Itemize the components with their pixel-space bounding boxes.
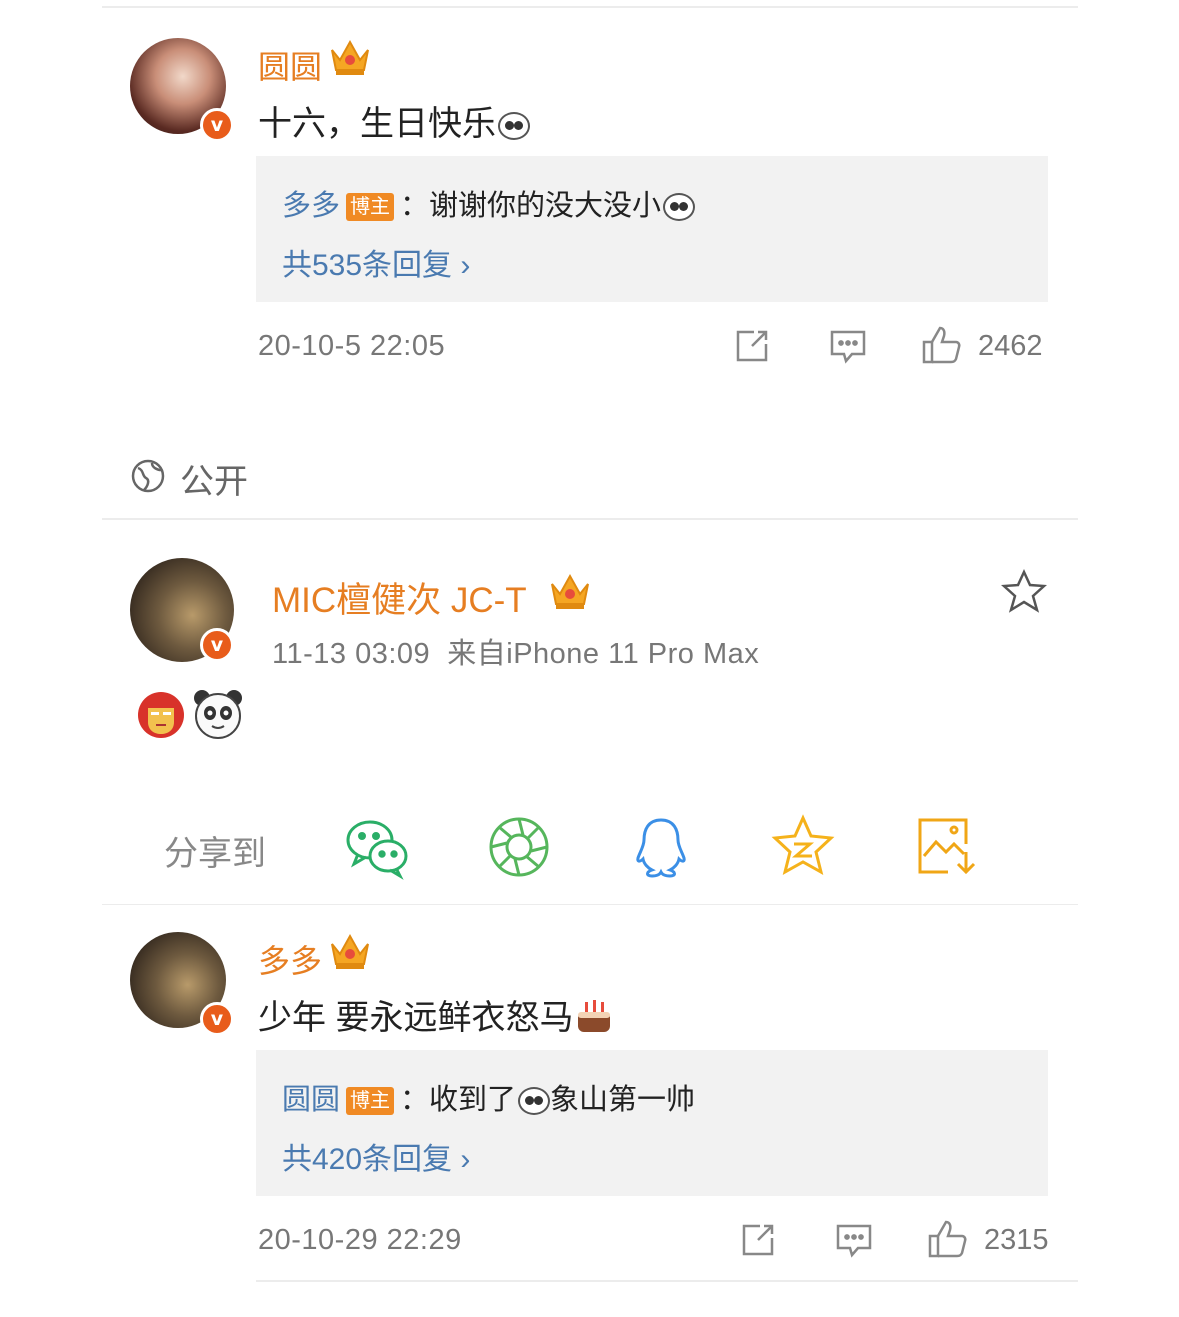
reply-count-link[interactable]: 共535条回复 › xyxy=(282,240,470,284)
divider xyxy=(102,904,1078,905)
reply-preview: 圆圆 博主 ：收到了 象山第一帅 xyxy=(282,1076,695,1118)
reply-count-link[interactable]: 共420条回复 › xyxy=(282,1134,470,1178)
divider xyxy=(256,1280,1078,1282)
divider xyxy=(102,518,1078,520)
moments-icon[interactable] xyxy=(486,814,552,880)
panda-emoji-icon xyxy=(192,688,244,745)
divider xyxy=(102,6,1078,8)
comment-icon[interactable] xyxy=(828,328,868,371)
ironman-emoji-icon xyxy=(136,690,186,745)
comment-icon[interactable] xyxy=(834,1222,874,1265)
comment-text: 十六，生日快乐 xyxy=(258,96,530,145)
comment-time: 20-10-29 22:29 xyxy=(258,1224,462,1256)
visibility-label: 公开 xyxy=(180,463,248,501)
panda-emoji-icon xyxy=(498,112,530,141)
author-tag: 博主 xyxy=(346,193,395,222)
qq-icon[interactable] xyxy=(628,814,694,880)
comment-time: 20-10-5 22:05 xyxy=(258,330,446,362)
crown-icon xyxy=(548,570,592,620)
post-meta: 11-13 03:09 来自iPhone 11 Pro Max xyxy=(272,638,760,670)
panda-emoji-icon xyxy=(663,193,696,222)
comment-text: 少年 要永远鲜衣怒马 xyxy=(258,990,613,1043)
like-icon[interactable] xyxy=(926,1218,968,1265)
qzone-icon[interactable] xyxy=(770,814,836,880)
crown-icon xyxy=(328,930,372,980)
cake-emoji-icon xyxy=(575,998,613,1043)
avatar[interactable]: v xyxy=(130,932,234,1036)
author-tag: 博主 xyxy=(346,1087,395,1116)
like-icon[interactable] xyxy=(920,324,962,371)
commenter-name[interactable]: 多多 xyxy=(258,936,322,982)
reply-author[interactable]: 圆圆 xyxy=(282,1084,340,1116)
verified-badge-icon: v xyxy=(200,628,234,662)
like-count: 2315 xyxy=(984,1224,1049,1256)
forward-icon[interactable] xyxy=(738,1220,778,1265)
avatar[interactable]: v xyxy=(130,38,234,142)
avatar[interactable]: v xyxy=(130,558,234,662)
share-label: 分享到 xyxy=(164,835,266,873)
reply-text: ：谢谢你的没大没小 xyxy=(400,190,662,222)
reply-preview: 多多 博主 ：谢谢你的没大没小 xyxy=(282,182,696,224)
reply-text-continued: 象山第一帅 xyxy=(550,1084,696,1116)
verified-badge-icon: v xyxy=(200,108,234,142)
post-author[interactable]: MIC檀健次 JC-T xyxy=(272,572,527,623)
save-image-icon[interactable] xyxy=(914,814,980,880)
verified-badge-icon: v xyxy=(200,1002,234,1036)
like-count: 2462 xyxy=(978,330,1043,362)
commenter-name[interactable]: 圆圆 xyxy=(258,42,322,88)
forward-icon[interactable] xyxy=(732,326,772,371)
wechat-icon[interactable] xyxy=(344,814,410,880)
favorite-star-icon[interactable] xyxy=(1000,568,1048,619)
reply-text: ：收到了 xyxy=(400,1084,517,1116)
crown-icon xyxy=(328,36,372,86)
reply-author[interactable]: 多多 xyxy=(282,190,340,222)
globe-icon xyxy=(130,458,166,499)
panda-emoji-icon xyxy=(518,1087,551,1116)
